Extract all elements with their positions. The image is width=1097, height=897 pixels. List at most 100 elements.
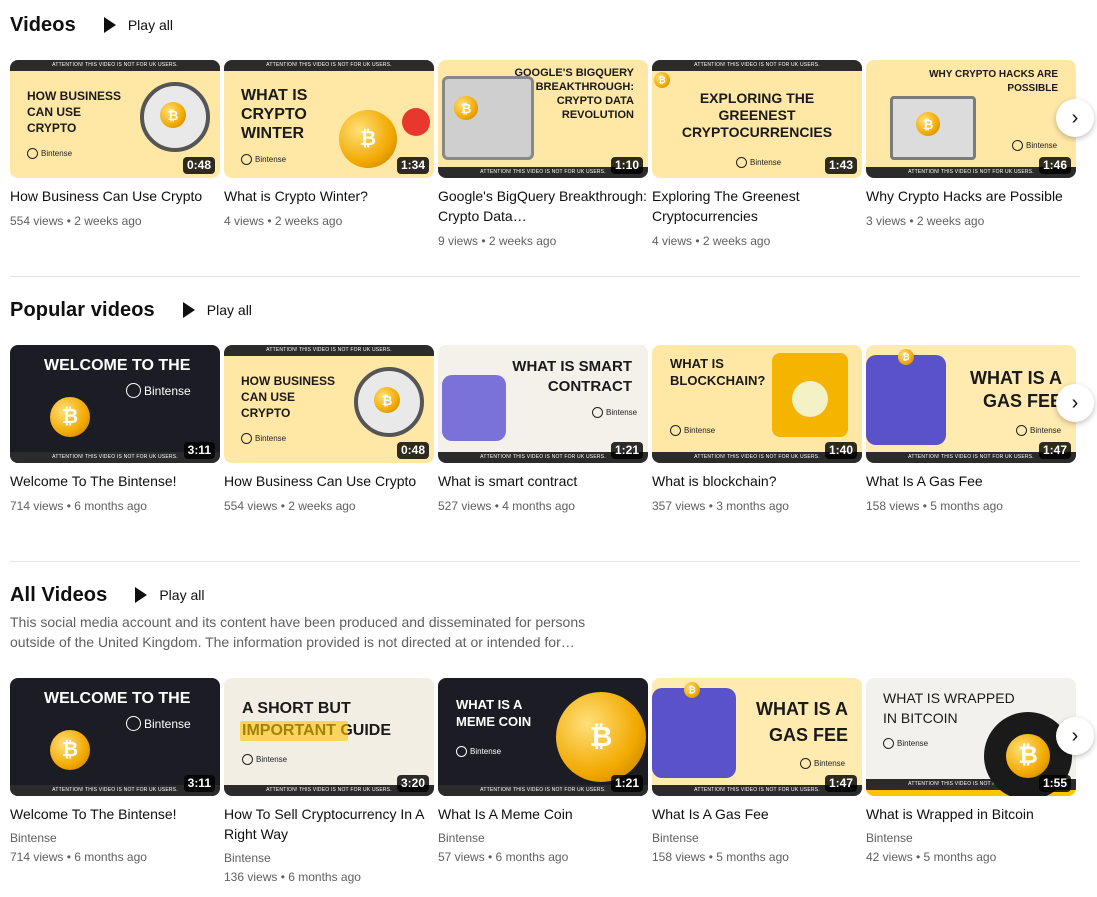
video-card[interactable]: ATTENTION! THIS VIDEO IS NOT FOR UK USER…: [866, 678, 1076, 866]
thumbnail-caption: WHAT IS A GAS FEE: [756, 699, 848, 745]
video-thumbnail[interactable]: ATTENTION! THIS VIDEO IS NOT FOR UK USER…: [438, 678, 648, 796]
video-card[interactable]: ATTENTION! THIS VIDEO IS NOT FOR UK USER…: [652, 60, 862, 250]
coin-icon: ₿: [50, 397, 90, 437]
thumbnail-caption: WHAT IS BLOCKCHAIN?: [670, 356, 766, 388]
play-all-button[interactable]: Play all: [135, 587, 204, 603]
shelf-description[interactable]: This social media account and its conten…: [10, 612, 610, 652]
video-title[interactable]: Welcome To The Bintense!: [10, 804, 220, 824]
shelf-title[interactable]: All Videos: [10, 584, 107, 607]
video-thumbnail[interactable]: ATTENTION! THIS VIDEO IS NOT FOR UK USER…: [652, 60, 862, 178]
chevron-right-icon: ›: [1071, 391, 1079, 414]
play-all-button[interactable]: Play all: [182, 302, 252, 318]
channel-name[interactable]: Bintense: [224, 850, 434, 866]
thumbnail-caption: GOOGLE'S BIGQUERY BREAKTHROUGH: CRYPTO D…: [514, 67, 634, 121]
video-title[interactable]: How Business Can Use Crypto: [10, 186, 220, 206]
video-card[interactable]: ATTENTION! THIS VIDEO IS NOT FOR UK USER…: [10, 345, 220, 515]
video-thumbnail[interactable]: ATTENTION! THIS VIDEO IS NOT FOR UK USER…: [224, 60, 434, 178]
thumbnail-brand: Bintense: [1016, 425, 1061, 436]
video-thumbnail[interactable]: ATTENTION! THIS VIDEO IS NOT FOR UK USER…: [652, 345, 862, 463]
next-button[interactable]: ›: [1056, 99, 1094, 137]
video-thumbnail[interactable]: ATTENTION! THIS VIDEO IS NOT FOR UK USER…: [438, 345, 648, 463]
video-duration: 1:55: [1038, 775, 1071, 792]
down-arrow-icon: [402, 108, 430, 136]
video-row: ATTENTION! THIS VIDEO IS NOT FOR UK USER…: [10, 678, 1080, 888]
channel-name[interactable]: Bintense: [652, 830, 862, 846]
video-title[interactable]: What is smart contract: [438, 471, 648, 491]
video-duration: 1:10: [610, 157, 643, 174]
video-card[interactable]: ATTENTION! THIS VIDEO IS NOT FOR UK USER…: [224, 345, 434, 515]
next-button[interactable]: ›: [1056, 717, 1094, 755]
shelf-title[interactable]: Popular videos: [10, 299, 155, 322]
thumbnail-caption: WELCOME TO THE: [44, 357, 191, 374]
channel-name[interactable]: Bintense: [438, 830, 648, 846]
video-meta: 357 views • 3 months ago: [652, 499, 789, 513]
video-meta: 9 views • 2 weeks ago: [438, 234, 557, 248]
bintense-logo-icon: [800, 758, 811, 769]
video-card[interactable]: ATTENTION! THIS VIDEO IS NOT FOR UK USER…: [10, 60, 220, 230]
shelf-title[interactable]: Videos: [10, 14, 76, 37]
video-card[interactable]: ATTENTION! THIS VIDEO IS NOT FOR UK USER…: [224, 60, 434, 230]
coin-icon: ₿: [160, 102, 186, 128]
video-duration: 1:21: [610, 775, 643, 792]
bintense-logo-icon: [883, 738, 894, 749]
video-meta: 3 views • 2 weeks ago: [866, 214, 985, 228]
video-card[interactable]: ATTENTION! THIS VIDEO IS NOT FOR UK USER…: [438, 678, 648, 866]
video-meta: 158 views • 5 months ago: [866, 499, 1003, 513]
video-thumbnail[interactable]: ATTENTION! THIS VIDEO IS NOT FOR UK USER…: [10, 345, 220, 463]
video-thumbnail[interactable]: ATTENTION! THIS VIDEO IS NOT FOR UK USER…: [10, 678, 220, 796]
play-all-button[interactable]: Play all: [103, 17, 173, 33]
video-card[interactable]: ATTENTION! THIS VIDEO IS NOT FOR UK USER…: [438, 60, 648, 250]
video-card[interactable]: ATTENTION! THIS VIDEO IS NOT FOR UK USER…: [10, 678, 220, 866]
video-duration: 0:48: [396, 442, 429, 459]
video-title[interactable]: What is blockchain?: [652, 471, 862, 491]
video-thumbnail[interactable]: ATTENTION! THIS VIDEO IS NOT FOR UK USER…: [438, 60, 648, 178]
bintense-logo-icon: [241, 154, 252, 165]
video-title[interactable]: Google's BigQuery Breakthrough: Crypto D…: [438, 186, 648, 226]
coin-icon: ₿: [684, 682, 700, 698]
video-card[interactable]: ATTENTION! THIS VIDEO IS NOT FOR UK USER…: [224, 678, 434, 886]
bintense-logo-icon: [126, 716, 141, 731]
video-duration: 1:47: [1038, 442, 1071, 459]
video-thumbnail[interactable]: ATTENTION! THIS VIDEO IS NOT FOR UK USER…: [866, 345, 1076, 463]
video-title[interactable]: Welcome To The Bintense!: [10, 471, 220, 491]
video-thumbnail[interactable]: ATTENTION! THIS VIDEO IS NOT FOR UK USER…: [866, 60, 1076, 178]
thumbnail-brand: Bintense: [241, 433, 286, 444]
ethereum-icon: [792, 381, 828, 417]
thumbnail-caption: HOW BUSINESS CAN USE CRYPTO: [27, 89, 122, 135]
video-duration: 3:11: [183, 442, 215, 459]
channel-name[interactable]: Bintense: [10, 830, 220, 846]
video-meta: 527 views • 4 months ago: [438, 499, 575, 513]
next-button[interactable]: ›: [1056, 384, 1094, 422]
video-thumbnail[interactable]: ATTENTION! THIS VIDEO IS NOT FOR UK USER…: [10, 60, 220, 178]
video-thumbnail[interactable]: ATTENTION! THIS VIDEO IS NOT FOR UK USER…: [224, 678, 434, 796]
shelf-all-videos: All Videos Play all This social media ac…: [10, 580, 1080, 652]
video-title[interactable]: How To Sell Cryptocurrency In A Right Wa…: [224, 804, 434, 844]
bintense-logo-icon: [241, 433, 252, 444]
attention-banner: ATTENTION! THIS VIDEO IS NOT FOR UK USER…: [224, 60, 434, 71]
video-title[interactable]: Why Crypto Hacks are Possible: [866, 186, 1076, 206]
video-title[interactable]: What Is A Meme Coin: [438, 804, 648, 824]
video-title[interactable]: What is Crypto Winter?: [224, 186, 434, 206]
gas-pump-icon: [652, 688, 736, 778]
video-card[interactable]: ATTENTION! THIS VIDEO IS NOT FOR UK USER…: [866, 60, 1076, 230]
video-title[interactable]: Exploring The Greenest Cryptocurrencies: [652, 186, 862, 226]
play-icon: [135, 587, 148, 603]
video-thumbnail[interactable]: ATTENTION! THIS VIDEO IS NOT FOR UK USER…: [866, 678, 1076, 796]
thumbnail-caption: WHAT IS A MEME COIN: [456, 697, 532, 729]
video-duration: 1:46: [1038, 157, 1071, 174]
video-thumbnail[interactable]: ATTENTION! THIS VIDEO IS NOT FOR UK USER…: [224, 345, 434, 463]
video-card[interactable]: ATTENTION! THIS VIDEO IS NOT FOR UK USER…: [438, 345, 648, 515]
video-card[interactable]: ATTENTION! THIS VIDEO IS NOT FOR UK USER…: [652, 345, 862, 515]
video-meta: 4 views • 2 weeks ago: [224, 214, 343, 228]
video-title[interactable]: What Is A Gas Fee: [866, 471, 1076, 491]
video-title[interactable]: What Is A Gas Fee: [652, 804, 862, 824]
channel-name[interactable]: Bintense: [866, 830, 1076, 846]
video-title[interactable]: What is Wrapped in Bitcoin: [866, 804, 1076, 824]
video-title[interactable]: How Business Can Use Crypto: [224, 471, 434, 491]
video-card[interactable]: ATTENTION! THIS VIDEO IS NOT FOR UK USER…: [866, 345, 1076, 515]
thumbnail-caption: WHY CRYPTO HACKS ARE POSSIBLE: [929, 69, 1058, 94]
video-card[interactable]: ATTENTION! THIS VIDEO IS NOT FOR UK USER…: [652, 678, 862, 866]
video-thumbnail[interactable]: ATTENTION! THIS VIDEO IS NOT FOR UK USER…: [652, 678, 862, 796]
video-duration: 1:47: [824, 775, 857, 792]
bintense-logo-icon: [1012, 140, 1023, 151]
